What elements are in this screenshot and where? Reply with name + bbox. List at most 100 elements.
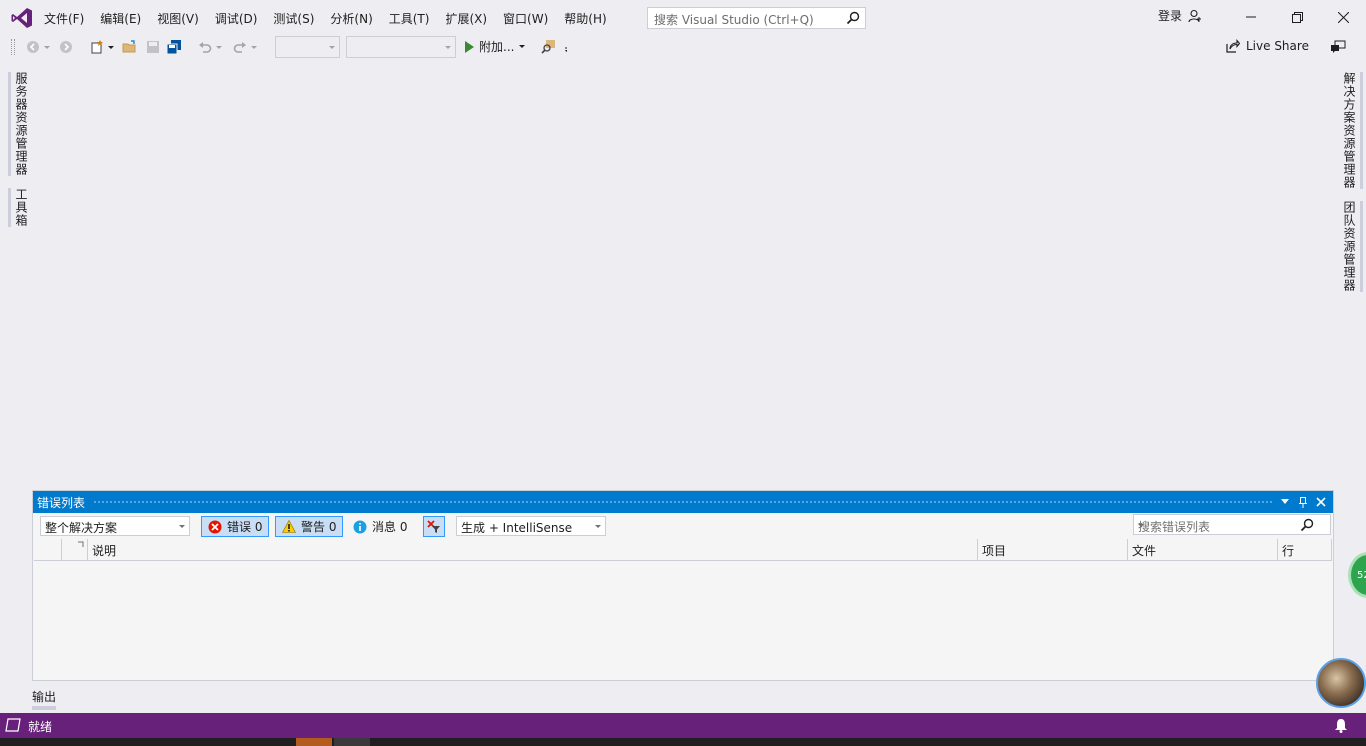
- back-button[interactable]: [24, 38, 42, 56]
- window-position-button[interactable]: [1277, 494, 1293, 510]
- menu-tools[interactable]: 工具(T): [381, 8, 438, 31]
- error-list-titlebar[interactable]: 错误列表: [33, 491, 1333, 513]
- panel-close-button[interactable]: [1313, 494, 1329, 510]
- toolbar-grip[interactable]: [11, 39, 15, 55]
- menu-test[interactable]: 测试(S): [265, 8, 322, 31]
- save-icon: [147, 41, 159, 53]
- menu-bar: 文件(F) 编辑(E) 视图(V) 调试(D) 测试(S) 分析(N) 工具(T…: [36, 8, 615, 31]
- taskbar-app-button[interactable]: [296, 738, 332, 746]
- warnings-toggle[interactable]: 警告 0: [275, 516, 344, 537]
- menu-extensions[interactable]: 扩展(X): [437, 8, 495, 31]
- error-list-header: 说明 项目 文件 行: [34, 539, 1332, 561]
- taskbar-app-button[interactable]: [334, 738, 370, 746]
- tab-toolbox[interactable]: 工具箱: [8, 188, 31, 227]
- info-icon: [353, 520, 367, 533]
- chevron-down-icon: [445, 46, 451, 49]
- menu-edit[interactable]: 编辑(E): [92, 8, 149, 31]
- close-icon: [1316, 497, 1326, 507]
- find-in-files-button[interactable]: [540, 38, 568, 56]
- chevron-down-icon[interactable]: [1138, 524, 1144, 527]
- save-button[interactable]: [144, 38, 162, 56]
- forward-button[interactable]: [57, 38, 75, 56]
- status-text: 就绪: [28, 720, 53, 734]
- auto-hide-button[interactable]: [1295, 494, 1311, 510]
- output-tab-label: 输出: [32, 690, 57, 704]
- notification-bell-icon[interactable]: [1334, 718, 1348, 733]
- avatar[interactable]: [1316, 658, 1366, 708]
- sort-indicator-icon: [78, 541, 84, 547]
- close-icon: [1337, 11, 1349, 23]
- column-header-line[interactable]: 行: [1278, 539, 1332, 561]
- search-icon[interactable]: [846, 11, 860, 25]
- visual-studio-logo-icon[interactable]: [10, 6, 34, 30]
- errors-label: 错误 0: [227, 520, 263, 534]
- login-button[interactable]: 登录: [1158, 7, 1202, 24]
- error-list-search-input[interactable]: 搜索错误列表: [1133, 514, 1331, 535]
- new-project-icon: [91, 40, 103, 54]
- filter-button[interactable]: [423, 516, 445, 537]
- tab-team-explorer[interactable]: 团队资源管理器: [1340, 201, 1363, 292]
- error-list-toolbar: 整个解决方案 错误 0 警告 0 消息 0 生成 + IntelliSense …: [33, 513, 1333, 539]
- feedback-button[interactable]: [1329, 38, 1347, 56]
- undo-button[interactable]: [196, 38, 214, 56]
- floating-widget-badge[interactable]: 52: [1348, 552, 1366, 598]
- build-filter-select[interactable]: 生成 + IntelliSense: [456, 516, 606, 536]
- back-dropdown[interactable]: [42, 38, 52, 56]
- redo-button[interactable]: [231, 38, 249, 56]
- chevron-down-icon: [519, 45, 526, 48]
- restore-button[interactable]: [1274, 4, 1320, 30]
- save-all-button[interactable]: [165, 38, 183, 56]
- menu-help[interactable]: 帮助(H): [556, 8, 614, 31]
- column-header-file[interactable]: 文件: [1128, 539, 1278, 561]
- column-header-code[interactable]: [62, 539, 88, 561]
- chevron-down-icon: [329, 46, 335, 49]
- tab-output[interactable]: 输出: [32, 688, 57, 710]
- status-bar: 就绪: [0, 713, 1366, 738]
- left-tool-tabs: 服务器资源管理器 工具箱: [8, 72, 28, 239]
- tab-server-explorer[interactable]: 服务器资源管理器: [8, 72, 31, 176]
- solution-configuration-select[interactable]: [275, 36, 340, 58]
- live-share-icon: [1226, 39, 1240, 53]
- column-header-severity[interactable]: [34, 539, 62, 561]
- menu-debug[interactable]: 调试(D): [207, 8, 266, 31]
- close-button[interactable]: [1320, 4, 1366, 30]
- right-tool-tabs: 解决方案资源管理器 团队资源管理器: [1340, 72, 1363, 304]
- solution-platform-select[interactable]: [346, 36, 456, 58]
- error-list-panel: 错误列表 整个解决方案 错误 0 警告 0 消息 0 生成 + IntelliS…: [32, 490, 1334, 681]
- attach-button[interactable]: 附加...: [464, 38, 526, 55]
- build-filter-value: 生成 + IntelliSense: [461, 521, 573, 535]
- navigate-back-icon: [27, 41, 39, 53]
- redo-dropdown[interactable]: [249, 38, 259, 56]
- search-placeholder: 搜索 Visual Studio (Ctrl+Q): [654, 13, 814, 27]
- open-file-button[interactable]: [121, 38, 139, 56]
- menu-view[interactable]: 视图(V): [149, 8, 207, 31]
- messages-toggle[interactable]: 消息 0: [347, 516, 413, 537]
- live-share-label: Live Share: [1246, 39, 1309, 53]
- user-icon: [1188, 9, 1202, 22]
- menu-window[interactable]: 窗口(W): [495, 8, 556, 31]
- tab-solution-explorer[interactable]: 解决方案资源管理器: [1340, 72, 1363, 189]
- errors-toggle[interactable]: 错误 0: [201, 516, 270, 537]
- scope-select[interactable]: 整个解决方案: [40, 516, 190, 536]
- scope-value: 整个解决方案: [45, 521, 118, 535]
- live-share-button[interactable]: Live Share: [1226, 39, 1309, 53]
- error-list-search-placeholder: 搜索错误列表: [1138, 520, 1211, 534]
- menu-analyze[interactable]: 分析(N): [322, 8, 380, 31]
- play-icon: [465, 40, 474, 53]
- menu-file[interactable]: 文件(F): [36, 8, 92, 31]
- filter-icon: [427, 519, 440, 533]
- chevron-down-icon: [595, 525, 601, 528]
- chevron-down-icon: [44, 45, 50, 49]
- undo-dropdown[interactable]: [214, 38, 224, 56]
- column-header-project[interactable]: 项目: [978, 539, 1128, 561]
- minimize-button[interactable]: [1228, 4, 1274, 30]
- warnings-label: 警告 0: [301, 520, 337, 534]
- column-header-description[interactable]: 说明: [88, 539, 978, 561]
- chevron-down-icon: [108, 45, 114, 49]
- search-icon[interactable]: [1300, 518, 1314, 532]
- new-project-button[interactable]: [88, 38, 106, 56]
- warning-icon: [282, 520, 296, 533]
- new-project-dropdown[interactable]: [106, 38, 116, 56]
- chevron-down-icon: [216, 45, 222, 49]
- search-input[interactable]: 搜索 Visual Studio (Ctrl+Q): [647, 7, 866, 29]
